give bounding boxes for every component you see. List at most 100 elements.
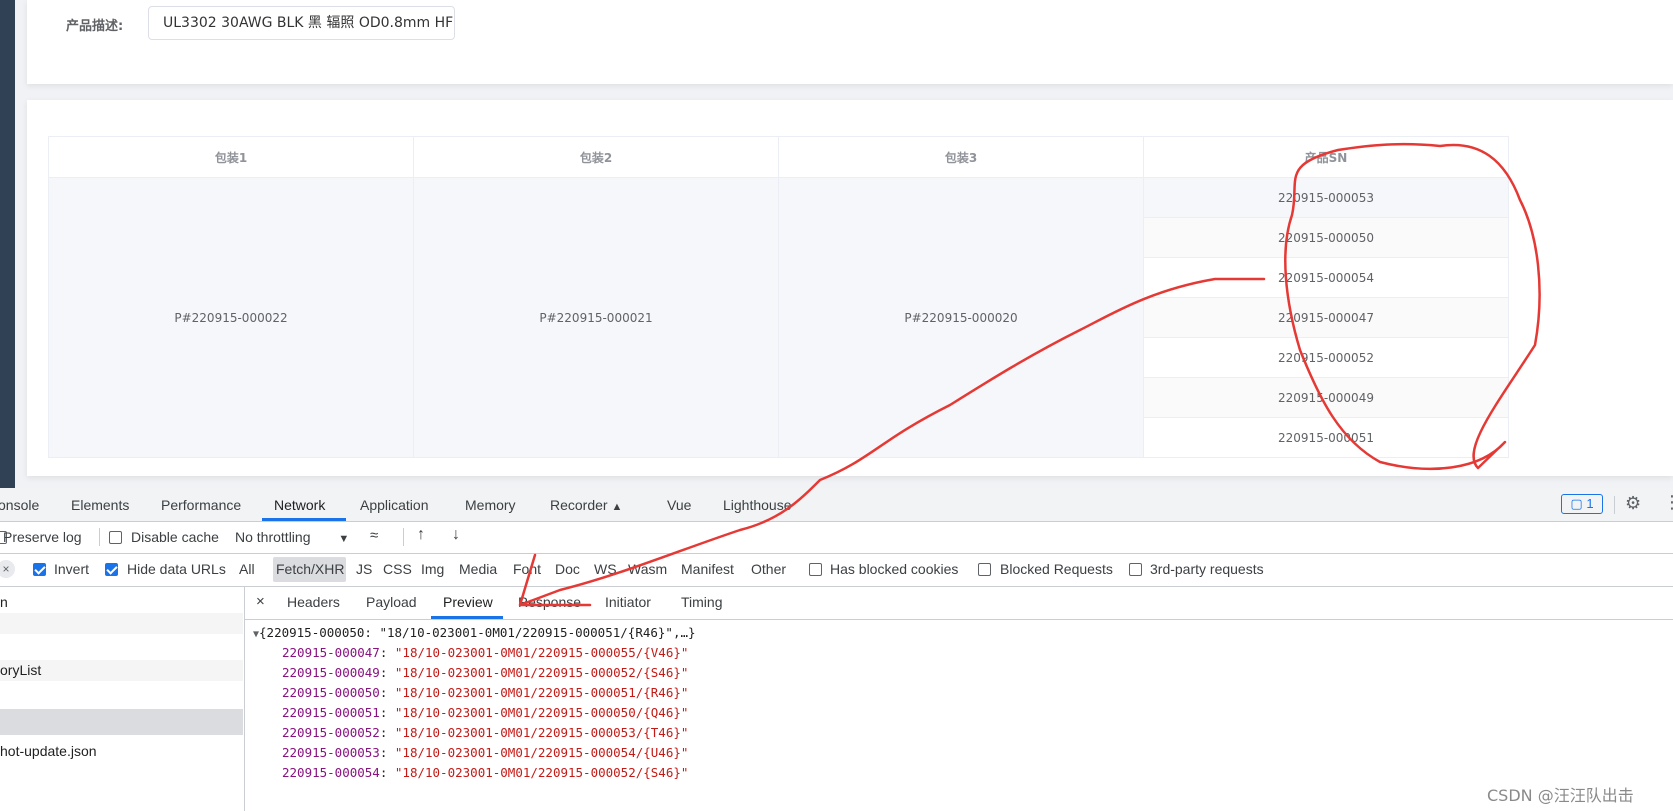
issues-badge[interactable]: ▢ 1 [1561,494,1603,514]
filter-other[interactable]: Other [751,561,786,577]
tab-application[interactable]: Application [360,497,429,513]
entry-key: 220915-000051 [282,705,380,720]
request-row[interactable]: oryList [0,660,243,681]
entry-key: 220915-000053 [282,745,380,760]
invert-label: Invert [54,561,90,577]
export-har-icon[interactable]: ↓ [452,526,460,544]
import-har-icon[interactable]: ↑ [417,526,425,544]
package-table-card: 包装1 包装2 包装3 产品SN P#220915-000022 P#22091… [27,100,1673,476]
filter-toolbar: × Invert Hide data URLs All Fetch/XHR JS… [0,553,1673,587]
hide-data-urls-checkbox[interactable] [105,563,118,576]
pack1-cell: P#220915-000022 [48,177,414,458]
tab-response[interactable]: Response [518,594,581,610]
watermark: CSDN @汪汪队出击 [1487,786,1634,805]
preview-entry: 220915-000050: "18/10-023001-0M01/220915… [282,685,689,700]
request-list: n oryList hot-update.json [0,586,245,811]
tab-performance[interactable]: Performance [161,497,241,513]
tab-vue[interactable]: Vue [667,497,691,513]
pack3-cell: P#220915-000020 [778,177,1144,458]
tab-recorder[interactable]: Recorder ▲ [550,497,622,513]
request-row[interactable]: n [0,592,243,613]
tab-network[interactable]: Network [274,497,325,513]
disable-cache-label: Disable cache [131,529,219,545]
tab-elements[interactable]: Elements [71,497,129,513]
tab-initiator[interactable]: Initiator [605,594,651,610]
preview-entry: 220915-000051: "18/10-023001-0M01/220915… [282,705,689,720]
preview-entry: 220915-000054: "18/10-023001-0M01/220915… [282,765,689,780]
has-blocked-cookies-label: Has blocked cookies [830,561,959,577]
filter-ws[interactable]: WS [594,561,617,577]
preview-entry: 220915-000052: "18/10-023001-0M01/220915… [282,725,689,740]
entry-value: "18/10-023001-0M01/220915-000051/{R46}" [394,685,689,700]
preserve-log-label: Preserve log [3,529,82,545]
filter-js[interactable]: JS [356,561,372,577]
table-row: P#220915-000022 P#220915-000021 P#220915… [48,177,1509,458]
active-detail-tab-indicator [431,616,503,619]
column-header-product-sn: 产品SN [1143,136,1509,178]
invert-checkbox[interactable] [33,563,46,576]
blocked-requests-checkbox[interactable] [978,563,991,576]
tab-headers[interactable]: Headers [287,594,340,610]
preview-summary-line[interactable]: ▼{220915-000050: "18/10-023001-0M01/2209… [253,625,696,640]
filter-font[interactable]: Font [513,561,541,577]
product-description-label: 产品描述: [66,19,124,34]
entry-key: 220915-000050 [282,685,380,700]
request-row[interactable] [0,685,243,706]
filter-img[interactable]: Img [421,561,444,577]
filter-fetch-xhr[interactable]: Fetch/XHR [276,561,344,577]
tab-lighthouse[interactable]: Lighthouse [723,497,792,513]
blocked-requests-label: Blocked Requests [1000,561,1113,577]
column-header-pack2: 包装2 [413,136,779,178]
response-preview: ▼{220915-000050: "18/10-023001-0M01/2209… [245,620,1673,811]
flask-icon: ▲ [611,501,623,513]
filter-wasm[interactable]: Wasm [628,561,667,577]
entry-key: 220915-000047 [282,645,380,660]
product-info-card: 产品描述: UL3302 30AWG BLK 黑 辐照 OD0.8mm HF [27,0,1673,84]
devtools-tab-bar: onsole Elements Performance Network Appl… [0,488,1673,522]
filter-doc[interactable]: Doc [555,561,580,577]
throttling-select[interactable]: No throttling ▼ [235,529,349,545]
app-sidebar-edge [0,0,15,488]
hide-data-urls-label: Hide data URLs [127,561,226,577]
toolbar-divider [1614,496,1615,514]
third-party-label: 3rd-party requests [1150,561,1264,577]
request-row-selected[interactable] [0,709,243,735]
clear-filter-icon[interactable]: × [0,560,15,578]
has-blocked-cookies-checkbox[interactable] [809,563,822,576]
tab-preview[interactable]: Preview [443,594,493,610]
preview-summary: {220915-000050: "18/10-023001-0M01/22091… [259,625,696,640]
filter-manifest[interactable]: Manifest [681,561,734,577]
entry-value: "18/10-023001-0M01/220915-000054/{U46}" [394,745,689,760]
request-row[interactable] [0,613,243,634]
tab-console[interactable]: onsole [0,497,39,513]
entry-value: "18/10-023001-0M01/220915-000050/{Q46}" [394,705,689,720]
request-row[interactable]: hot-update.json [0,741,243,762]
filter-all[interactable]: All [239,561,255,577]
disable-cache-checkbox[interactable] [109,531,122,544]
entry-value: "18/10-023001-0M01/220915-000055/{V46}" [394,645,689,660]
package-table: 包装1 包装2 包装3 产品SN P#220915-000022 P#22091… [48,136,1509,458]
tab-timing[interactable]: Timing [681,594,723,610]
tab-payload[interactable]: Payload [366,594,417,610]
request-detail-tabs: × Headers Payload Preview Response Initi… [245,586,1673,620]
sn-cell: 220915-000050 [1143,217,1509,258]
close-icon[interactable]: × [256,593,265,610]
product-description-field[interactable]: UL3302 30AWG BLK 黑 辐照 OD0.8mm HF [148,6,455,40]
entry-key: 220915-000054 [282,765,380,780]
chevron-down-icon: ▼ [338,533,350,545]
more-options-icon[interactable]: ⋮ [1663,492,1673,513]
request-row[interactable] [0,634,243,655]
preview-entry: 220915-000053: "18/10-023001-0M01/220915… [282,745,689,760]
gear-icon[interactable]: ⚙ [1625,493,1641,514]
preview-entry: 220915-000049: "18/10-023001-0M01/220915… [282,665,689,680]
filter-css[interactable]: CSS [383,561,412,577]
tab-memory[interactable]: Memory [465,497,516,513]
filter-media[interactable]: Media [459,561,497,577]
network-conditions-icon[interactable]: ≈ [370,527,378,544]
third-party-checkbox[interactable] [1129,563,1142,576]
sn-cell: 220915-000047 [1143,297,1509,338]
sn-cell: 220915-000053 [1143,177,1509,218]
sn-cell: 220915-000052 [1143,337,1509,378]
entry-value: "18/10-023001-0M01/220915-000052/{S46}" [394,765,689,780]
toolbar-divider [99,528,100,546]
